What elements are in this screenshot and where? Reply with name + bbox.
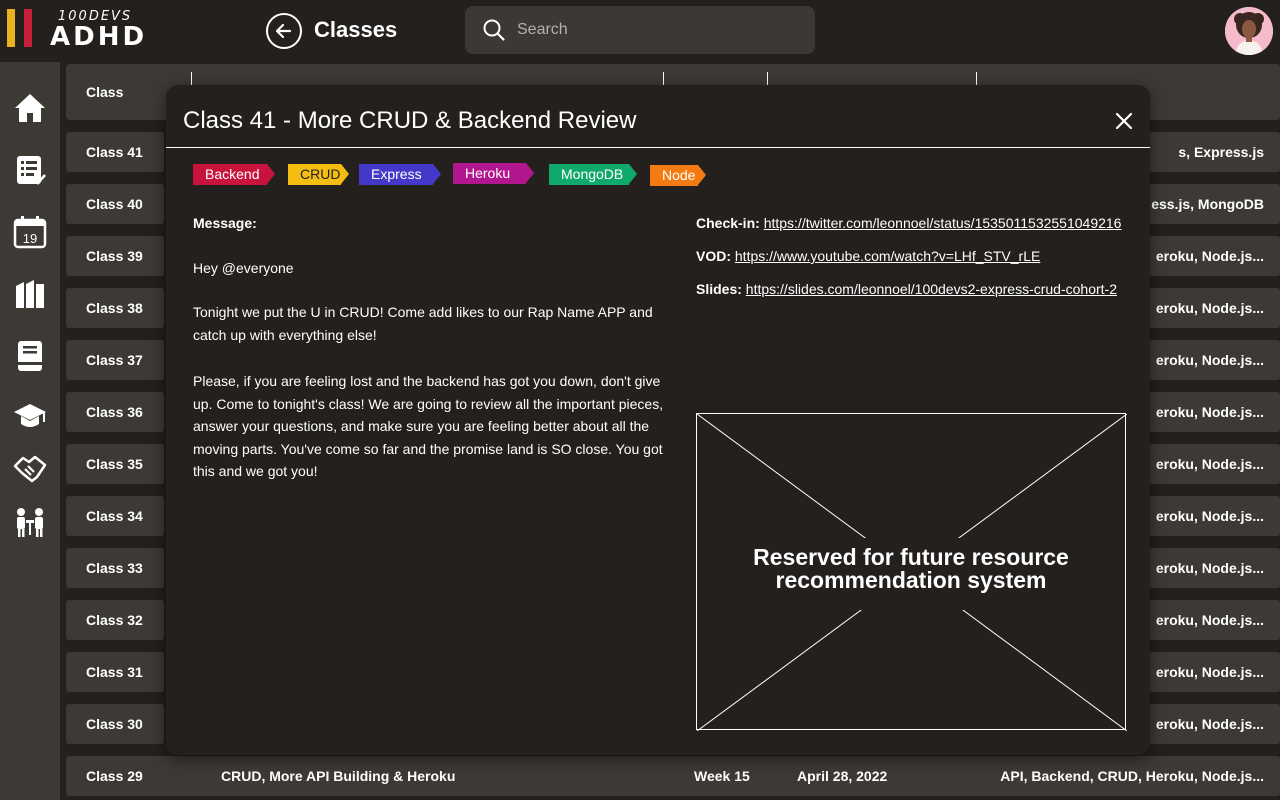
arrow-left-icon xyxy=(275,23,292,39)
search-bar[interactable] xyxy=(465,6,815,54)
graduation-cap-icon[interactable] xyxy=(12,398,48,434)
class-name: Class 33 xyxy=(86,560,143,576)
class-tags: s, Express.js xyxy=(1178,144,1264,160)
book-icon[interactable] xyxy=(12,338,48,374)
message-label: Message: xyxy=(193,215,257,231)
class-tags: eroku, Node.js... xyxy=(1155,612,1264,628)
column-divider xyxy=(767,72,768,86)
class-tags: eroku, Node.js... xyxy=(1155,300,1264,316)
vod-row: VOD: https://www.youtube.com/watch?v=LHf… xyxy=(696,248,1040,264)
page-title: Classes xyxy=(314,17,398,42)
search-input[interactable] xyxy=(517,18,797,42)
table-header-class[interactable]: Class xyxy=(86,84,123,100)
vod-link[interactable]: https://www.youtube.com/watch?v=LHf_STV_… xyxy=(735,248,1040,264)
user-avatar-image xyxy=(1225,7,1273,55)
placeholder-text: Reserved for future resource recommendat… xyxy=(697,546,1125,592)
tag-list: Backend CRUD Express Heroku MongoDB Node xyxy=(193,163,893,186)
home-icon[interactable] xyxy=(12,90,48,126)
books-icon[interactable] xyxy=(12,276,48,312)
class-tags: eroku, Node.js... xyxy=(1155,456,1264,472)
message-paragraph: Hey @everyone xyxy=(193,260,294,276)
class-name: Class 36 xyxy=(86,404,143,420)
class-date: April 28, 2022 xyxy=(797,768,888,784)
calendar-day: 19 xyxy=(23,231,37,246)
class-name: Class 41 xyxy=(86,144,143,160)
slides-label: Slides: xyxy=(696,281,742,297)
class-week: Week 15 xyxy=(694,768,750,784)
class-name: Class 30 xyxy=(86,716,143,732)
column-divider xyxy=(976,72,977,86)
meeting-icon[interactable] xyxy=(12,504,48,540)
class-name: Class 38 xyxy=(86,300,143,316)
class-tags: API, Backend, CRUD, Heroku, Node.js... xyxy=(1000,768,1264,784)
class-tags: eroku, Node.js... xyxy=(1155,508,1264,524)
resource-placeholder: Reserved for future resource recommendat… xyxy=(696,413,1127,731)
tag-node[interactable]: Node xyxy=(650,165,706,186)
class-name: Class 32 xyxy=(86,612,143,628)
class-tags: eroku, Node.js... xyxy=(1155,248,1264,264)
top-bar: 100DEVS ADHD Classes xyxy=(0,0,1280,62)
class-name: Class 40 xyxy=(86,196,143,212)
handshake-icon[interactable] xyxy=(12,450,48,486)
vod-label: VOD: xyxy=(696,248,731,264)
logo-mark[interactable] xyxy=(7,9,37,47)
class-tags: ess.js, MongoDB xyxy=(1151,196,1264,212)
class-tags: eroku, Node.js... xyxy=(1155,664,1264,680)
checkin-link[interactable]: https://twitter.com/leonnoel/status/1535… xyxy=(764,215,1122,231)
search-icon xyxy=(483,19,505,41)
class-tags: eroku, Node.js... xyxy=(1155,404,1264,420)
checklist-icon[interactable] xyxy=(12,152,48,188)
class-name: Class 39 xyxy=(86,248,143,264)
message-paragraph: Please, if you are feeling lost and the … xyxy=(193,373,664,479)
tag-backend[interactable]: Backend xyxy=(193,164,275,185)
slides-link[interactable]: https://slides.com/leonnoel/100devs2-exp… xyxy=(746,281,1117,297)
class-title: CRUD, More API Building & Heroku xyxy=(221,768,456,784)
logo-bar-yellow xyxy=(7,9,15,47)
modal-divider xyxy=(166,147,1150,148)
class-name: Class 37 xyxy=(86,352,143,368)
logo-bar-red xyxy=(24,9,32,47)
class-tags: eroku, Node.js... xyxy=(1155,560,1264,576)
back-button[interactable] xyxy=(266,13,302,49)
column-divider xyxy=(663,72,664,86)
sidebar: 19 xyxy=(0,62,60,800)
tag-heroku[interactable]: Heroku xyxy=(453,163,534,184)
tag-express[interactable]: Express xyxy=(359,164,441,185)
class-name: Class 35 xyxy=(86,456,143,472)
class-detail-modal: Class 41 - More CRUD & Backend Review Ba… xyxy=(166,85,1150,755)
tag-crud[interactable]: CRUD xyxy=(288,164,349,185)
class-name: Class 31 xyxy=(86,664,143,680)
message-paragraph: Tonight we put the U in CRUD! Come add l… xyxy=(193,304,653,343)
class-tags: eroku, Node.js... xyxy=(1155,716,1264,732)
class-name: Class 34 xyxy=(86,508,143,524)
logo-title[interactable]: ADHD xyxy=(50,22,147,52)
modal-title: Class 41 - More CRUD & Backend Review xyxy=(183,107,637,134)
tag-mongodb[interactable]: MongoDB xyxy=(549,164,637,185)
calendar-icon[interactable]: 19 xyxy=(12,214,48,250)
slides-row: Slides: https://slides.com/leonnoel/100d… xyxy=(696,281,1117,297)
table-row[interactable]: Class 29 CRUD, More API Building & Herok… xyxy=(66,756,1280,796)
placeholder-line-1: Reserved for future resource xyxy=(753,544,1069,570)
avatar[interactable] xyxy=(1225,7,1273,55)
class-tags: eroku, Node.js... xyxy=(1155,352,1264,368)
checkin-row: Check-in: https://twitter.com/leonnoel/s… xyxy=(696,215,1121,231)
placeholder-line-2: recommendation system xyxy=(775,567,1047,593)
close-icon[interactable] xyxy=(1112,109,1136,133)
class-name: Class 29 xyxy=(86,768,143,784)
column-divider xyxy=(191,72,192,86)
checkin-label: Check-in: xyxy=(696,215,760,231)
